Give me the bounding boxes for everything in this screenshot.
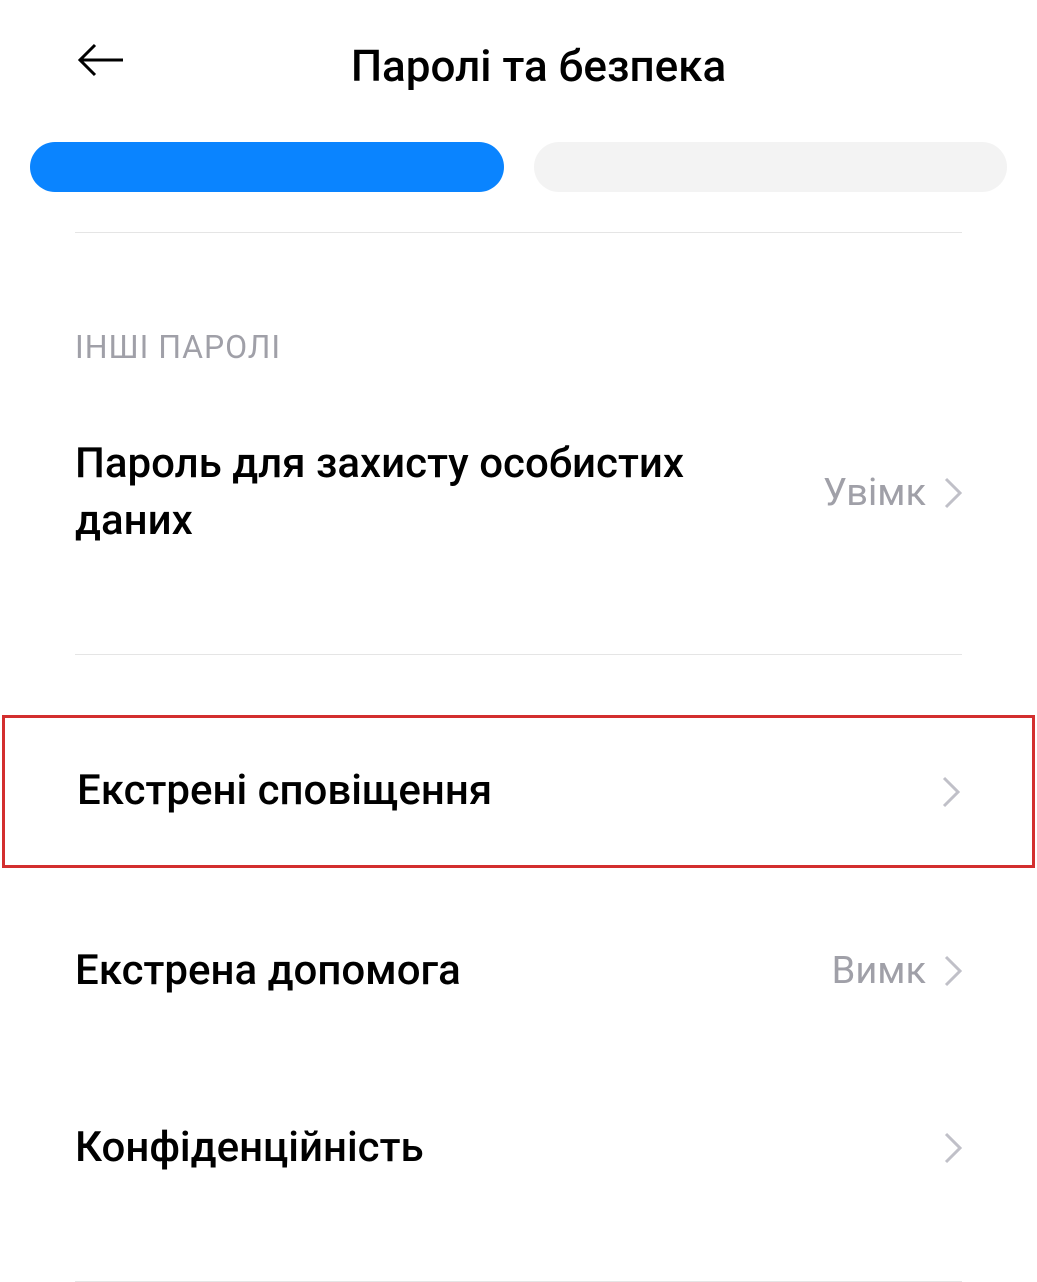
tab-active[interactable] bbox=[30, 142, 504, 192]
setting-value: Увімк bbox=[823, 471, 926, 515]
section-header-other-passwords: ІНШІ ПАРОЛІ bbox=[0, 233, 1037, 391]
tabs-row bbox=[0, 132, 1037, 232]
chevron-right-icon bbox=[944, 955, 962, 987]
setting-privacy[interactable]: Конфіденційність bbox=[0, 1075, 1037, 1222]
setting-label: Пароль для захисту особистих даних bbox=[75, 436, 823, 549]
page-title: Паролі та безпека bbox=[70, 40, 1007, 92]
chevron-right-icon bbox=[942, 776, 960, 808]
back-icon[interactable] bbox=[75, 40, 125, 84]
setting-value: Вимк bbox=[832, 949, 926, 993]
tab-inactive[interactable] bbox=[534, 142, 1008, 192]
header: Паролі та безпека bbox=[0, 0, 1037, 132]
setting-privacy-password[interactable]: Пароль для захисту особистих даних Увімк bbox=[0, 391, 1037, 594]
setting-label: Екстрені сповіщення bbox=[77, 763, 942, 820]
chevron-right-icon bbox=[944, 477, 962, 509]
setting-emergency-alerts[interactable]: Екстрені сповіщення bbox=[2, 715, 1035, 868]
setting-emergency-sos[interactable]: Екстрена допомога Вимк bbox=[0, 898, 1037, 1045]
setting-label: Конфіденційність bbox=[75, 1120, 944, 1177]
setting-label: Екстрена допомога bbox=[75, 943, 832, 1000]
chevron-right-icon bbox=[944, 1132, 962, 1164]
